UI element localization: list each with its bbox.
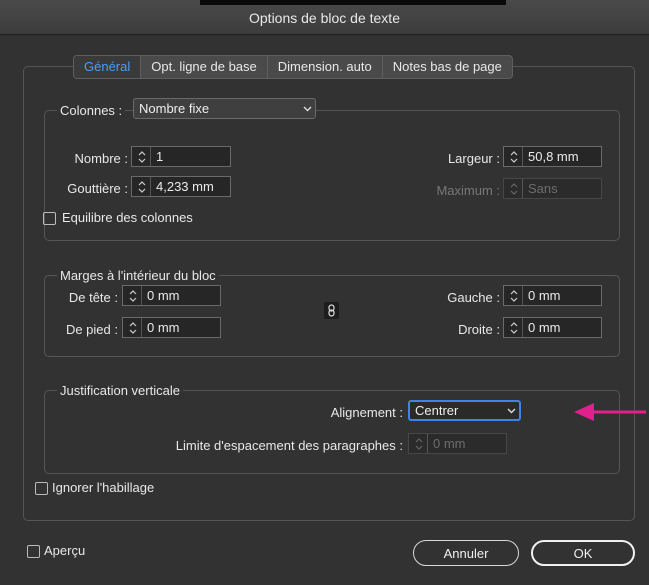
dialog-window: Options de bloc de texte Général Opt. li… bbox=[0, 0, 649, 585]
vertical-justification-title: Justification verticale bbox=[57, 383, 183, 398]
columns-mode-value: Nombre fixe bbox=[139, 101, 210, 116]
stepper-icon[interactable] bbox=[134, 177, 151, 196]
chain-link-icon[interactable] bbox=[324, 302, 339, 319]
bottom-inset-label: De pied : bbox=[65, 322, 118, 337]
stepper-icon[interactable] bbox=[125, 318, 142, 337]
columns-label: Colonnes : bbox=[57, 103, 126, 118]
top-inset-field[interactable]: 0 mm bbox=[122, 285, 221, 306]
ignore-wrap-label[interactable]: Ignorer l'habillage bbox=[52, 480, 154, 495]
vertical-justification-group bbox=[44, 390, 620, 474]
tab-general[interactable]: Général bbox=[74, 56, 142, 78]
left-inset-field[interactable]: 0 mm bbox=[503, 285, 602, 306]
width-value: 50,8 mm bbox=[528, 149, 579, 164]
balance-columns-label[interactable]: Equilibre des colonnes bbox=[62, 210, 193, 225]
gutter-value: 4,233 mm bbox=[156, 179, 214, 194]
paragraph-spacing-limit-field: 0 mm bbox=[408, 433, 507, 454]
columns-mode-select[interactable]: Nombre fixe bbox=[133, 98, 316, 119]
stepper-icon bbox=[411, 434, 428, 453]
tab-footnotes[interactable]: Notes bas de page bbox=[383, 56, 512, 78]
stepper-icon[interactable] bbox=[134, 147, 151, 166]
maximum-value: Sans bbox=[528, 181, 558, 196]
chevron-down-icon bbox=[503, 408, 519, 414]
tab-auto-size[interactable]: Dimension. auto bbox=[268, 56, 383, 78]
maximum-label: Maximum : bbox=[436, 183, 500, 198]
width-field[interactable]: 50,8 mm bbox=[503, 146, 602, 167]
stepper-icon[interactable] bbox=[506, 286, 523, 305]
left-inset-value: 0 mm bbox=[528, 288, 561, 303]
gutter-field[interactable]: 4,233 mm bbox=[131, 176, 231, 197]
bottom-inset-field[interactable]: 0 mm bbox=[122, 317, 221, 338]
tab-baseline-options[interactable]: Opt. ligne de base bbox=[141, 56, 268, 78]
menu-bar-fragment bbox=[200, 0, 506, 5]
alignment-label: Alignement : bbox=[330, 405, 403, 420]
ignore-wrap-checkbox[interactable] bbox=[35, 482, 48, 495]
number-field[interactable]: 1 bbox=[131, 146, 231, 167]
preview-label[interactable]: Aperçu bbox=[44, 543, 85, 558]
alignment-value: Centrer bbox=[415, 403, 459, 418]
width-label: Largeur : bbox=[447, 151, 500, 166]
right-inset-field[interactable]: 0 mm bbox=[503, 317, 602, 338]
stepper-icon[interactable] bbox=[125, 286, 142, 305]
annotation-arrow-icon bbox=[574, 403, 646, 421]
insets-title: Marges à l'intérieur du bloc bbox=[57, 268, 219, 283]
stepper-icon bbox=[506, 179, 523, 198]
title-bar: Options de bloc de texte bbox=[0, 0, 649, 35]
window-title: Options de bloc de texte bbox=[249, 10, 400, 26]
stepper-icon[interactable] bbox=[506, 147, 523, 166]
preview-checkbox[interactable] bbox=[27, 545, 40, 558]
stepper-icon[interactable] bbox=[506, 318, 523, 337]
cancel-button[interactable]: Annuler bbox=[413, 540, 519, 566]
left-inset-label: Gauche : bbox=[447, 290, 500, 305]
tab-bar: Général Opt. ligne de base Dimension. au… bbox=[73, 55, 513, 79]
right-inset-label: Droite : bbox=[458, 322, 500, 337]
paragraph-spacing-limit-label: Limite d'espacement des paragraphes : bbox=[175, 438, 403, 453]
right-inset-value: 0 mm bbox=[528, 320, 561, 335]
number-label: Nombre : bbox=[74, 151, 128, 166]
gutter-label: Gouttière : bbox=[67, 181, 128, 196]
number-value: 1 bbox=[156, 149, 164, 164]
top-inset-label: De tête : bbox=[68, 290, 118, 305]
maximum-field: Sans bbox=[503, 178, 602, 199]
paragraph-spacing-limit-value: 0 mm bbox=[433, 436, 466, 451]
ok-button[interactable]: OK bbox=[531, 540, 635, 566]
top-inset-value: 0 mm bbox=[147, 288, 180, 303]
bottom-inset-value: 0 mm bbox=[147, 320, 180, 335]
balance-columns-checkbox[interactable] bbox=[43, 212, 56, 225]
chevron-down-icon bbox=[299, 106, 315, 112]
alignment-select[interactable]: Centrer bbox=[408, 400, 521, 421]
